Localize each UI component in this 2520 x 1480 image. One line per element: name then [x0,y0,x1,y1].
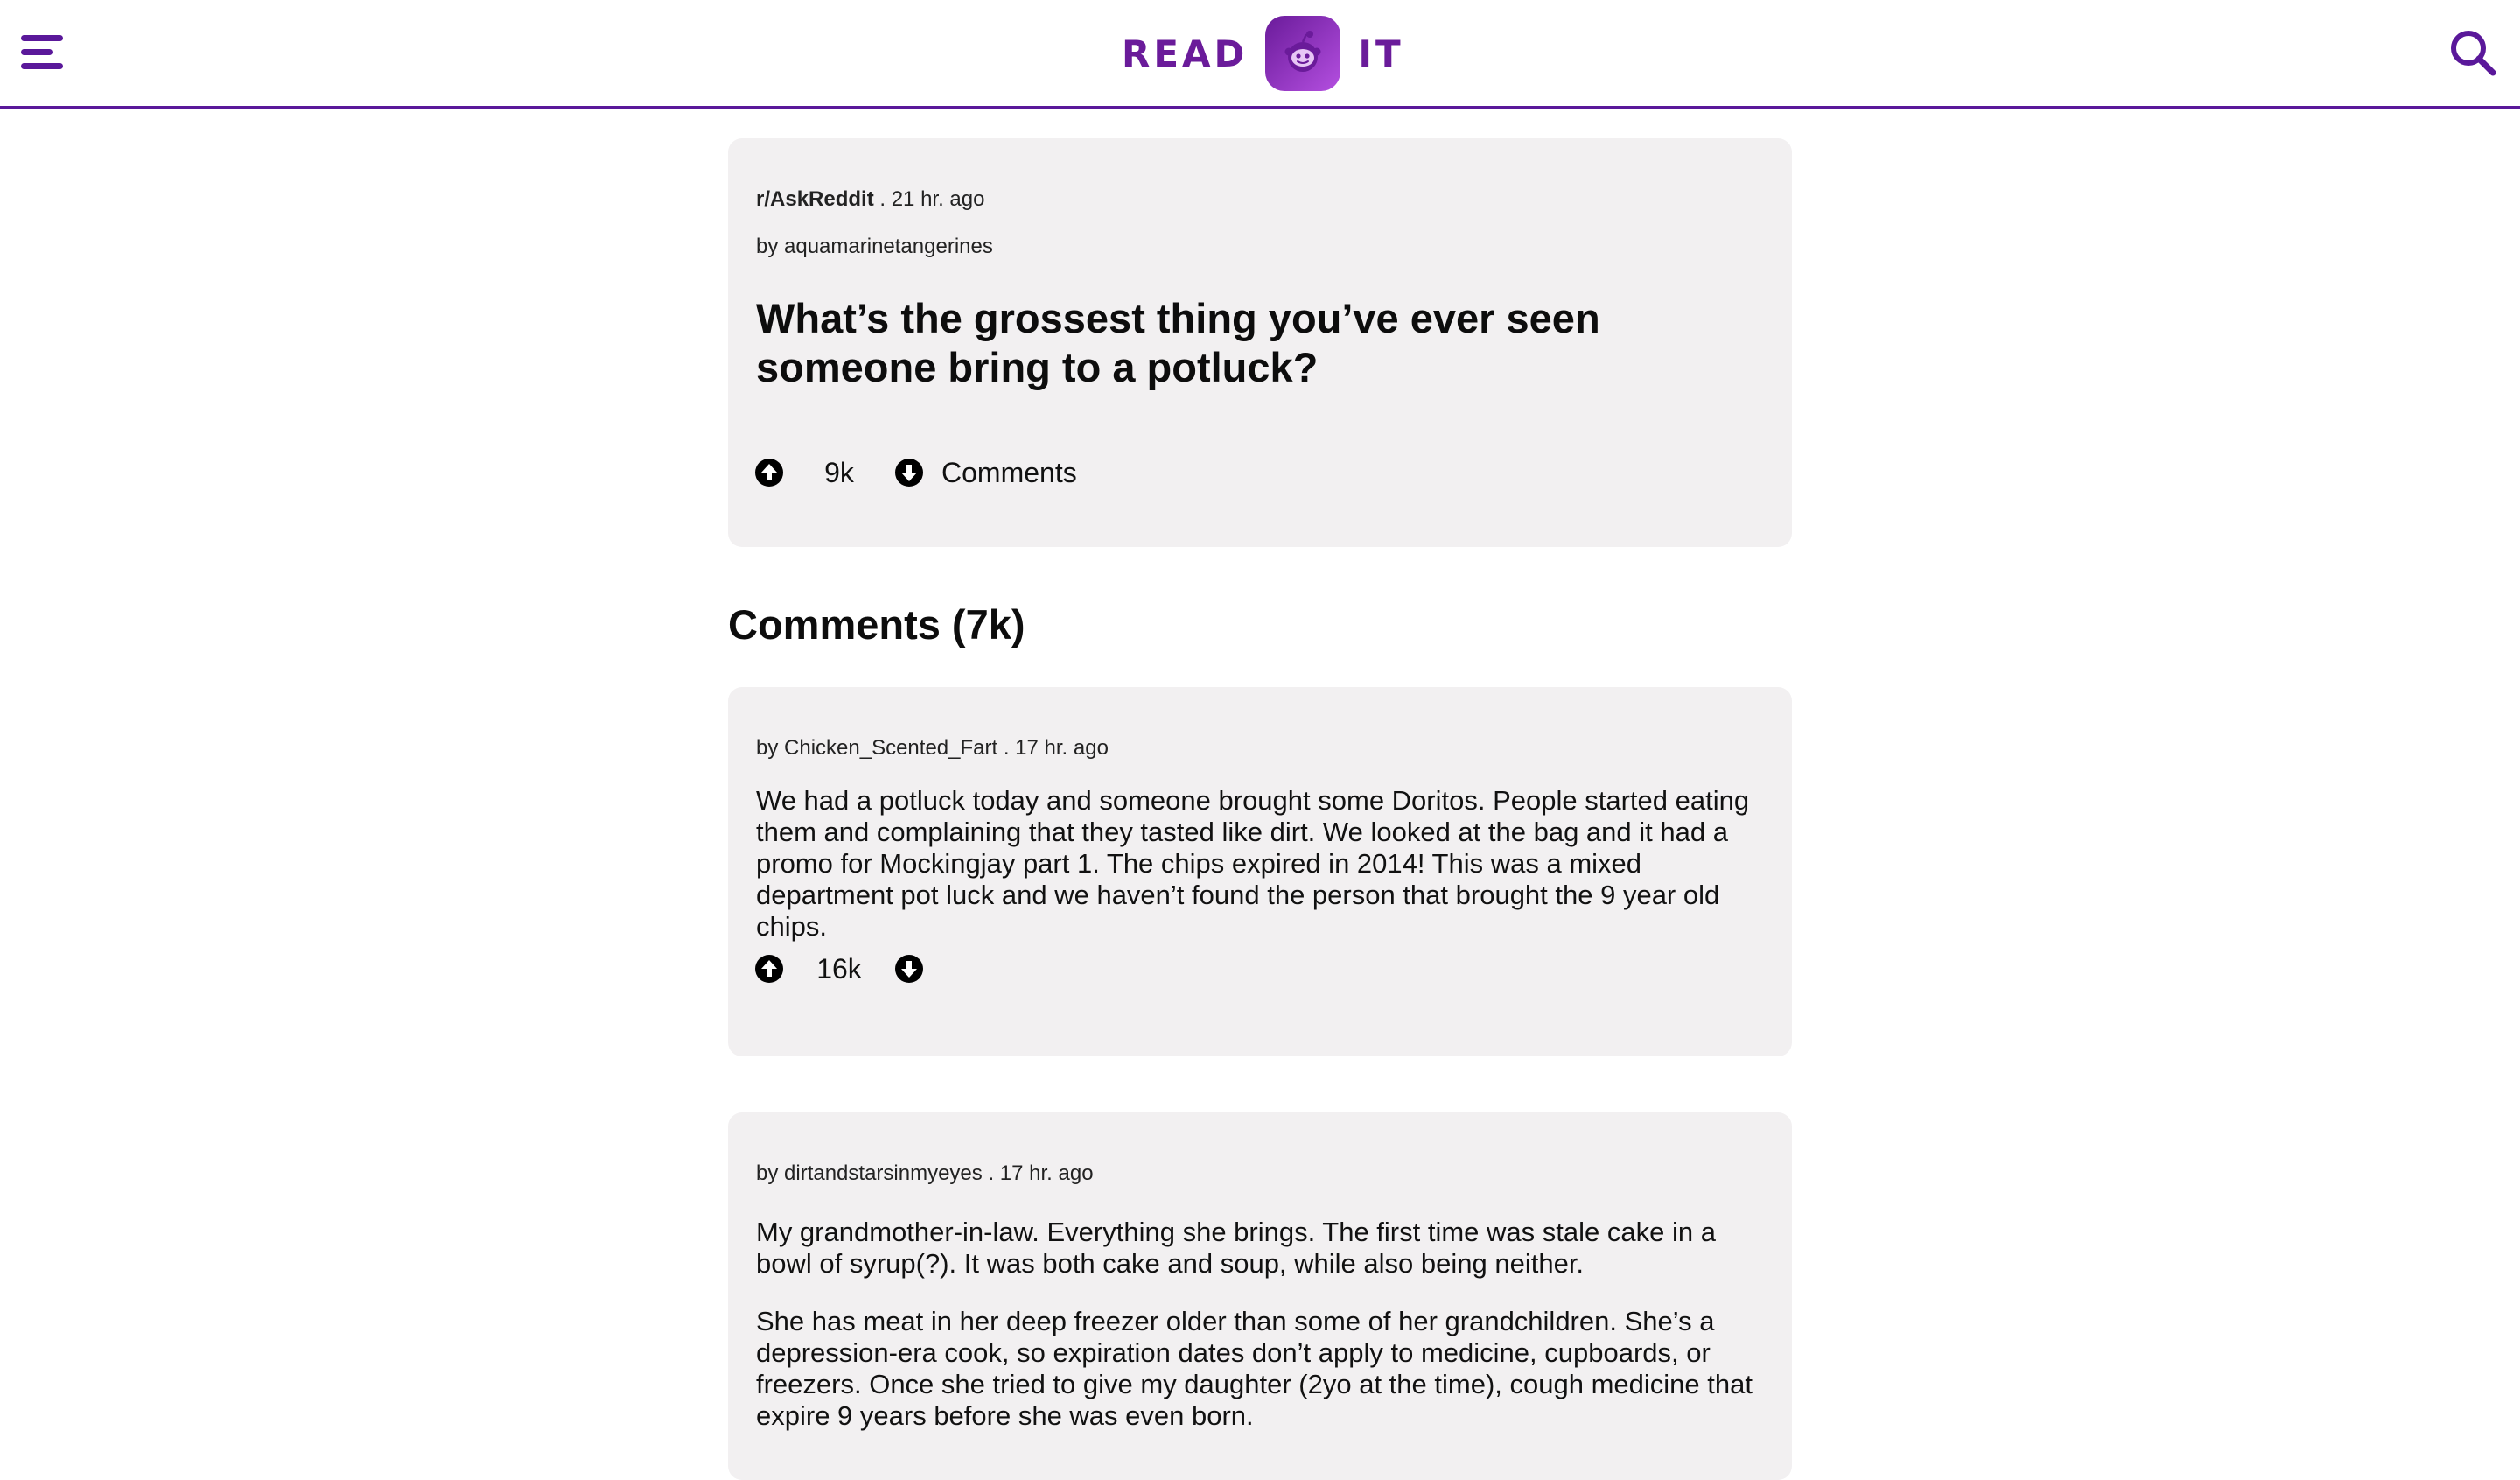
post-title[interactable]: What’s the grossest thing you’ve ever se… [756,294,1718,392]
comments-link[interactable]: Comments [942,457,1077,489]
logo[interactable]: READ IT [1122,14,1404,93]
comment-vote-bar: 16k [754,951,924,986]
upvote-icon[interactable] [754,954,784,984]
hamburger-menu-icon[interactable] [21,35,65,70]
comment-meta: by dirtandstarsinmyeyes . 17 hr. ago [756,1161,1094,1186]
comment-timestamp: . 17 hr. ago [988,1161,1094,1185]
post-timestamp: . 21 hr. ago [879,187,985,211]
post-vote-bar: 9k Comments [754,455,1077,490]
comment-author[interactable]: by Chicken_Scented_Fart [756,736,998,760]
post-author[interactable]: by aquamarinetangerines [756,235,993,259]
reddit-alien-icon [1265,16,1341,91]
logo-text-right: IT [1358,32,1404,75]
comment-vote-count: 16k [816,952,862,985]
comment-author[interactable]: by dirtandstarsinmyeyes [756,1161,983,1185]
downvote-icon[interactable] [894,458,924,487]
top-app-bar: READ IT [0,0,2520,109]
downvote-icon[interactable] [894,954,924,984]
post-subreddit-line: r/AskReddit . 21 hr. ago [756,187,984,212]
comment-paragraph: She has meat in her deep freezer older t… [756,1306,1753,1431]
comment-timestamp: . 17 hr. ago [1003,736,1109,760]
comment-card: by Chicken_Scented_Fart . 17 hr. ago We … [728,687,1792,1056]
comments-heading: Comments (7k) [728,601,1026,648]
upvote-icon[interactable] [754,458,784,487]
comment-paragraph: My grandmother-in-law. Everything she br… [756,1217,1716,1279]
subreddit-link[interactable]: r/AskReddit [756,187,874,211]
comment-meta: by Chicken_Scented_Fart . 17 hr. ago [756,736,1109,761]
post-card[interactable]: r/AskReddit . 21 hr. ago by aquamarineta… [728,138,1792,547]
comment-card: by dirtandstarsinmyeyes . 17 hr. ago My … [728,1112,1792,1480]
comment-body: We had a potluck today and someone broug… [756,785,1750,942]
post-vote-count: 9k [824,456,854,488]
search-icon[interactable] [2448,28,2497,77]
logo-text-left: READ [1122,32,1249,75]
